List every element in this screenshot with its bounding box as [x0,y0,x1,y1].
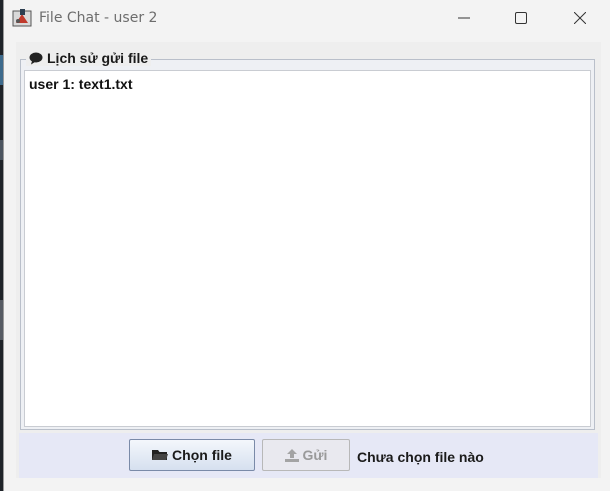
minimize-button[interactable] [441,0,487,36]
title-bar[interactable]: File Chat - user 2 [4,0,610,36]
folder-icon [152,450,169,460]
minimize-icon [458,17,470,19]
upload-icon [284,448,299,462]
history-panel: user 1: text1.txt [20,59,595,430]
file-chat-window: File Chat - user 2 user 1: text1.txt Lịc… [3,0,610,491]
history-text-area[interactable]: user 1: text1.txt [24,70,591,427]
history-entry: user 1: text1.txt [29,76,133,92]
speech-bubble-icon [29,52,43,64]
send-button[interactable]: Gửi [262,439,350,471]
content-pane: user 1: text1.txt Lịch sử gửi file Chọn … [16,42,601,478]
choose-file-label: Chọn file [172,447,232,463]
close-icon [574,12,586,24]
close-button[interactable] [557,0,603,36]
history-legend-label: Lịch sử gửi file [47,50,149,66]
maximize-button[interactable] [498,0,544,36]
maximize-icon [515,12,527,24]
java-app-icon [12,9,32,27]
file-status-label: Chưa chọn file nào [357,449,484,465]
history-legend: Lịch sử gửi file [26,50,152,66]
choose-file-button[interactable]: Chọn file [129,439,255,471]
window-title: File Chat - user 2 [39,10,158,26]
action-bar: Chọn file Gửi Chưa chọn file nào [19,433,598,478]
send-label: Gửi [302,447,328,463]
